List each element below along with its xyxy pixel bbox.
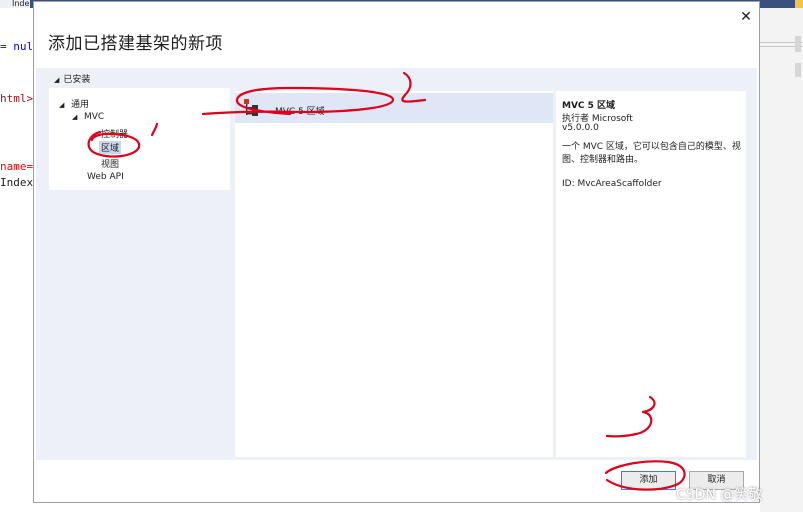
detail-panel: MVC 5 区域 执行者 Microsoft v5.0.0.0 一个 MVC 区… [556, 91, 746, 457]
list-item-label: MVC 5 区域 [275, 107, 325, 117]
code-token: name= [0, 160, 34, 173]
code-line-3: name=" [0, 160, 34, 173]
scaffold-tree-icon [244, 99, 258, 116]
collapse-triangle-icon: ◢ [54, 76, 60, 84]
category-tree: ◢ 通用 ◢ MVC 控制器 区域 视图 Web API [49, 88, 230, 190]
code-token: html> [0, 92, 34, 105]
tree-item-label: 区域 [101, 144, 120, 154]
code-token: Index [0, 176, 34, 189]
tree-item-general[interactable]: ◢ 通用 [59, 97, 89, 110]
tree-item-label: 控制器 [101, 130, 129, 140]
code-line-4: Index [0, 176, 34, 189]
scrollbar-thumb[interactable] [795, 63, 801, 77]
collapse-triangle-icon: ◢ [72, 113, 78, 121]
close-icon[interactable]: ✕ [738, 9, 754, 25]
tree-item-label: 视图 [101, 160, 120, 170]
tree-item-controller[interactable]: 控制器 [101, 127, 128, 140]
ide-right-panel [760, 8, 803, 512]
detail-id: ID: MvcAreaScaffolder [562, 179, 662, 189]
code-token: nul [13, 40, 34, 53]
scrollbar-thumb[interactable] [795, 36, 801, 52]
ide-file-tab[interactable]: Inde [0, 0, 30, 8]
ide-tab-corner [795, 0, 803, 8]
installed-header[interactable]: ◢ 已安装 [54, 72, 90, 85]
code-line-1: = nul [0, 40, 34, 53]
code-line-2: html> [0, 92, 34, 105]
tree-item-area[interactable]: 区域 [99, 141, 122, 154]
tree-item-webapi[interactable]: Web API [87, 172, 124, 182]
tree-item-mvc[interactable]: ◢ MVC [72, 112, 104, 122]
detail-version: v5.0.0.0 [562, 123, 599, 133]
detail-title: MVC 5 区域 [562, 101, 616, 111]
scaffold-list: MVC 5 区域 [235, 91, 553, 457]
tree-item-label: Web API [87, 172, 124, 182]
ide-file-tab-label: Inde [12, 0, 30, 8]
list-item-mvc5-area[interactable]: MVC 5 区域 [235, 93, 553, 123]
code-token: = [0, 40, 14, 53]
tree-item-label: 通用 [71, 100, 90, 110]
add-button[interactable]: 添加 [621, 471, 676, 490]
tree-item-view[interactable]: 视图 [101, 157, 119, 170]
tree-item-label: MVC [84, 112, 105, 122]
installed-label: 已安装 [63, 75, 91, 85]
dialog-title: 添加已搭建基架的新项 [48, 34, 223, 54]
detail-description: 一个 MVC 区域，它可以包含自己的模型、视图、控制器和路由。 [562, 142, 741, 165]
watermark-text: CSDN @笑敬 [676, 487, 763, 503]
add-scaffold-dialog: 添加已搭建基架的新项 ✕ ◢ 已安装 ◢ 通用 ◢ MVC 控制器 区域 视图 Web… [33, 1, 760, 503]
collapse-triangle-icon: ◢ [59, 101, 65, 109]
